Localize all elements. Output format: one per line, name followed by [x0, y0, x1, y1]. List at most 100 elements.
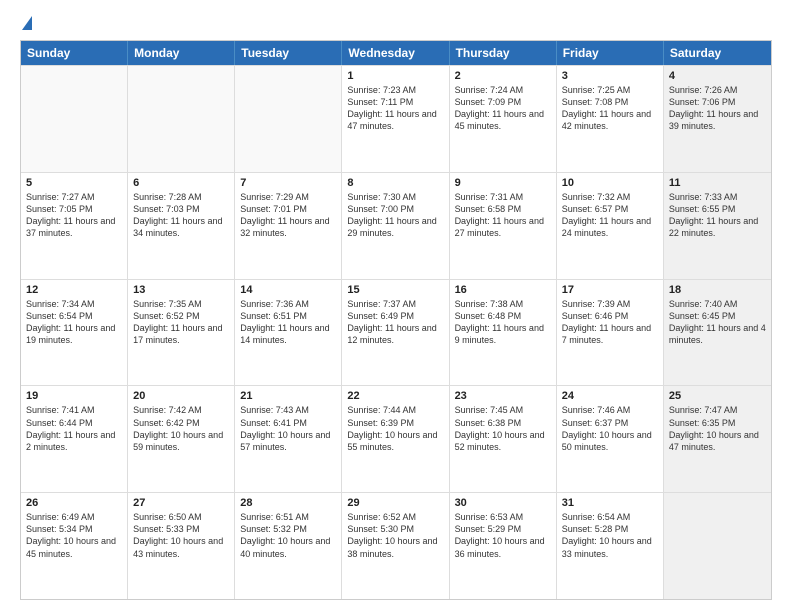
page: SundayMondayTuesdayWednesdayThursdayFrid…	[0, 0, 792, 612]
sunset-text: Sunset: 6:54 PM	[26, 310, 122, 322]
sunrise-text: Sunrise: 7:34 AM	[26, 298, 122, 310]
calendar-cell-15: 15Sunrise: 7:37 AMSunset: 6:49 PMDayligh…	[342, 280, 449, 386]
sunset-text: Sunset: 6:35 PM	[669, 417, 766, 429]
daylight-text: Daylight: 11 hours and 47 minutes.	[347, 108, 443, 132]
sunrise-text: Sunrise: 7:32 AM	[562, 191, 658, 203]
sunset-text: Sunset: 6:57 PM	[562, 203, 658, 215]
day-number: 19	[26, 390, 122, 402]
calendar-cell-5: 5Sunrise: 7:27 AMSunset: 7:05 PMDaylight…	[21, 173, 128, 279]
day-number: 26	[26, 497, 122, 509]
sunrise-text: Sunrise: 7:26 AM	[669, 84, 766, 96]
calendar-cell-17: 17Sunrise: 7:39 AMSunset: 6:46 PMDayligh…	[557, 280, 664, 386]
day-number: 27	[133, 497, 229, 509]
sunrise-text: Sunrise: 7:23 AM	[347, 84, 443, 96]
sunrise-text: Sunrise: 7:41 AM	[26, 404, 122, 416]
day-number: 4	[669, 70, 766, 82]
calendar-cell-14: 14Sunrise: 7:36 AMSunset: 6:51 PMDayligh…	[235, 280, 342, 386]
sunset-text: Sunset: 5:33 PM	[133, 523, 229, 535]
calendar-cell-2: 2Sunrise: 7:24 AMSunset: 7:09 PMDaylight…	[450, 66, 557, 172]
sunrise-text: Sunrise: 7:27 AM	[26, 191, 122, 203]
day-number: 5	[26, 177, 122, 189]
calendar-cell-9: 9Sunrise: 7:31 AMSunset: 6:58 PMDaylight…	[450, 173, 557, 279]
daylight-text: Daylight: 10 hours and 45 minutes.	[26, 535, 122, 559]
sunrise-text: Sunrise: 7:47 AM	[669, 404, 766, 416]
calendar-body: 1Sunrise: 7:23 AMSunset: 7:11 PMDaylight…	[21, 65, 771, 599]
daylight-text: Daylight: 11 hours and 12 minutes.	[347, 322, 443, 346]
sunset-text: Sunset: 7:06 PM	[669, 96, 766, 108]
sunrise-text: Sunrise: 7:29 AM	[240, 191, 336, 203]
calendar-row-3: 12Sunrise: 7:34 AMSunset: 6:54 PMDayligh…	[21, 279, 771, 386]
daylight-text: Daylight: 10 hours and 38 minutes.	[347, 535, 443, 559]
daylight-text: Daylight: 11 hours and 42 minutes.	[562, 108, 658, 132]
sunrise-text: Sunrise: 7:33 AM	[669, 191, 766, 203]
daylight-text: Daylight: 11 hours and 27 minutes.	[455, 215, 551, 239]
calendar-cell-empty-4-6	[664, 493, 771, 599]
sunrise-text: Sunrise: 6:51 AM	[240, 511, 336, 523]
sunset-text: Sunset: 7:09 PM	[455, 96, 551, 108]
sunset-text: Sunset: 6:46 PM	[562, 310, 658, 322]
sunrise-text: Sunrise: 7:37 AM	[347, 298, 443, 310]
daylight-text: Daylight: 11 hours and 34 minutes.	[133, 215, 229, 239]
calendar-row-2: 5Sunrise: 7:27 AMSunset: 7:05 PMDaylight…	[21, 172, 771, 279]
day-number: 15	[347, 284, 443, 296]
calendar-cell-16: 16 Sunrise: 7:38 AMSunset: 6:48 PMDayligh…	[450, 280, 557, 386]
calendar-cell-24: 24Sunrise: 7:46 AMSunset: 6:37 PMDayligh…	[557, 386, 664, 492]
calendar-cell-20: 20Sunrise: 7:42 AMSunset: 6:42 PMDayligh…	[128, 386, 235, 492]
daylight-text: Daylight: 10 hours and 57 minutes.	[240, 429, 336, 453]
day-number: 31	[562, 497, 658, 509]
calendar-header: SundayMondayTuesdayWednesdayThursdayFrid…	[21, 41, 771, 65]
sunset-text: Sunset: 6:37 PM	[562, 417, 658, 429]
day-number: 10	[562, 177, 658, 189]
sunset-text: Sunset: 6:42 PM	[133, 417, 229, 429]
sunrise-text: Sunrise: 6:52 AM	[347, 511, 443, 523]
sunset-text: Sunset: 7:11 PM	[347, 96, 443, 108]
sunrise-text: Sunrise: 7:31 AM	[455, 191, 551, 203]
sunset-text: Sunset: 6:48 PM	[455, 310, 551, 322]
calendar-cell-25: 25Sunrise: 7:47 AMSunset: 6:35 PMDayligh…	[664, 386, 771, 492]
sunset-text: Sunset: 5:30 PM	[347, 523, 443, 535]
sunrise-text: Sunrise: 7:39 AM	[562, 298, 658, 310]
day-number: 23	[455, 390, 551, 402]
sunrise-text: Sunrise: 7:30 AM	[347, 191, 443, 203]
calendar-row-1: 1Sunrise: 7:23 AMSunset: 7:11 PMDaylight…	[21, 65, 771, 172]
sunset-text: Sunset: 6:55 PM	[669, 203, 766, 215]
sunset-text: Sunset: 6:39 PM	[347, 417, 443, 429]
sunrise-text: Sunrise: 7:46 AM	[562, 404, 658, 416]
daylight-text: Daylight: 11 hours and 2 minutes.	[26, 429, 122, 453]
daylight-text: Daylight: 11 hours and 22 minutes.	[669, 215, 766, 239]
sunrise-text: Sunrise: 7:24 AM	[455, 84, 551, 96]
daylight-text: Daylight: 11 hours and 45 minutes.	[455, 108, 551, 132]
day-number: 1	[347, 70, 443, 82]
daylight-text: Daylight: 11 hours and 9 minutes.	[455, 322, 551, 346]
header	[20, 16, 772, 30]
day-number: 24	[562, 390, 658, 402]
sunset-text: Sunset: 5:28 PM	[562, 523, 658, 535]
day-number: 28	[240, 497, 336, 509]
day-number: 16	[455, 284, 551, 296]
daylight-text: Daylight: 10 hours and 40 minutes.	[240, 535, 336, 559]
day-number: 22	[347, 390, 443, 402]
day-number: 12	[26, 284, 122, 296]
daylight-text: Daylight: 11 hours and 19 minutes.	[26, 322, 122, 346]
sunset-text: Sunset: 5:32 PM	[240, 523, 336, 535]
calendar-cell-31: 31Sunrise: 6:54 AMSunset: 5:28 PMDayligh…	[557, 493, 664, 599]
calendar-cell-1: 1 Sunrise: 7:23 AMSunset: 7:11 PMDaylight…	[342, 66, 449, 172]
day-number: 18	[669, 284, 766, 296]
daylight-text: Daylight: 10 hours and 52 minutes.	[455, 429, 551, 453]
day-header-saturday: Saturday	[664, 41, 771, 65]
day-header-wednesday: Wednesday	[342, 41, 449, 65]
calendar-cell-empty-0-0	[21, 66, 128, 172]
day-number: 14	[240, 284, 336, 296]
day-number: 13	[133, 284, 229, 296]
daylight-text: Daylight: 11 hours and 14 minutes.	[240, 322, 336, 346]
day-number: 8	[347, 177, 443, 189]
sunrise-text: Sunrise: 7:28 AM	[133, 191, 229, 203]
calendar-cell-4: 4Sunrise: 7:26 AMSunset: 7:06 PMDaylight…	[664, 66, 771, 172]
day-header-monday: Monday	[128, 41, 235, 65]
calendar: SundayMondayTuesdayWednesdayThursdayFrid…	[20, 40, 772, 600]
calendar-cell-13: 13Sunrise: 7:35 AMSunset: 6:52 PMDayligh…	[128, 280, 235, 386]
sunrise-text: Sunrise: 7:25 AM	[562, 84, 658, 96]
sunrise-text: Sunrise: 6:53 AM	[455, 511, 551, 523]
sunrise-text: Sunrise: 7:38 AM	[455, 298, 551, 310]
daylight-text: Daylight: 11 hours and 17 minutes.	[133, 322, 229, 346]
